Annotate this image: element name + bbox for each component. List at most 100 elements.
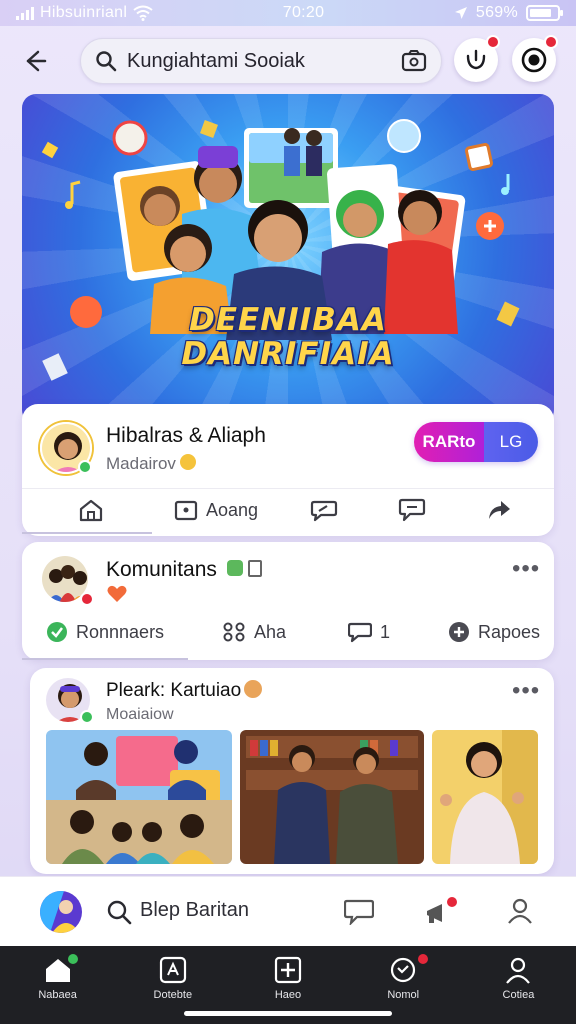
emoji-icon [244,680,262,698]
nav-profile-label: Cotiea [502,989,535,1001]
action-comments-count: 1 [380,621,391,642]
notification-badge [486,35,500,49]
plus-circle-icon [449,622,469,642]
more-options[interactable]: ••• [512,679,540,703]
featured-banner[interactable]: DEENIIBAA DANRIFIAIA [22,94,554,424]
notifications-button[interactable] [454,35,500,82]
home-icon [79,499,103,522]
action-comment[interactable] [310,498,338,522]
action-message[interactable] [398,497,426,523]
home-indicator [184,1011,392,1016]
nav-home[interactable]: Nabaea [0,946,115,1024]
photo-3-image [432,730,538,864]
my-avatar[interactable] [40,891,82,933]
activity-icon [466,49,486,70]
search-input[interactable]: Kungiahtami Sooiak [127,50,391,73]
composer-input[interactable]: Blep Baritan [140,899,249,922]
clock: 70:20 [282,4,325,21]
live-toggle-left[interactable]: RARto [414,422,484,462]
profile-icon[interactable] [506,897,534,925]
post-subtitle: Moaiaiow [106,706,174,723]
comment-icon [348,622,372,643]
action-frame[interactable]: Aoang [174,498,258,522]
action-frame-label: Aoang [206,499,259,520]
record-button[interactable] [512,35,558,82]
battery-icon [526,5,563,21]
live-toggle[interactable]: RARto LG [414,422,538,462]
camera-icon[interactable] [401,49,427,73]
nav-discover-label: Dotebte [153,989,193,1001]
active-tab-indicator [22,658,188,660]
photo-2-image [240,730,424,864]
action-grid[interactable]: Aha [222,621,286,643]
message-icon [398,498,426,522]
post-photo-1[interactable] [46,730,232,864]
compass-icon [159,956,186,984]
back-button[interactable] [18,44,52,78]
search-bar[interactable]: Kungiahtami Sooiak [80,38,442,84]
post-author[interactable]: Hibalras & Aliaph [106,424,266,448]
action-grid-label: Aha [254,621,287,642]
community-card[interactable]: Komunitans ••• Ronnnaers Aha 1 Rapoes [22,542,554,660]
live-toggle-right[interactable]: LG [484,422,538,462]
action-reports[interactable]: Rapoes [448,621,540,643]
post-photo-2[interactable] [240,730,424,864]
status-left: Hibsuinrianl [16,4,153,22]
check-icon [47,622,67,642]
back-arrow-icon [26,50,47,72]
plus-square-icon [274,956,302,984]
composer-badge [445,895,459,909]
live-post-card[interactable]: Hibalras & Aliaph Madairov RARto LG Aoan… [22,404,554,536]
group-status-indicator [80,592,94,606]
search-icon [96,51,117,72]
banner-illustration [41,119,520,381]
nav-create-label: Haeo [274,989,302,1001]
share-icon [489,501,510,519]
online-indicator [78,460,92,474]
emoji-icon [180,454,196,470]
status-bar: Hibsuinrianl 70:20 569% [0,0,576,26]
battery-percent: 569% [475,4,518,21]
bottom-nav: Nabaea Dotebte Haeo Nomol Cotiea [0,946,576,1024]
home-badge [66,952,80,966]
chat-icon[interactable] [344,899,374,925]
nav-profile[interactable]: Cotiea [461,946,576,1024]
verified-icon [227,560,243,576]
action-home[interactable] [78,498,104,522]
post-actions: Aoang [22,492,554,528]
carrier-name: Hibsuinrianl [40,4,128,21]
online-indicator [80,710,94,724]
status-right: 569% [454,4,563,22]
banner-title-line2: DANRIFIAIA [181,336,395,372]
my-avatar-image [40,891,82,933]
action-members[interactable]: Ronnnaers [46,621,164,643]
banner-title-line1: DEENIIBAA [189,302,387,338]
active-tab-indicator [22,532,152,534]
record-icon [521,47,547,73]
action-reports-label: Rapoes [478,621,541,642]
document-icon [248,560,262,577]
action-members-label: Ronnnaers [76,621,165,642]
top-bar: Kungiahtami Sooiak [0,35,576,86]
post-photo-3[interactable] [432,730,538,864]
action-comments[interactable]: 1 [348,621,390,643]
community-title[interactable]: Komunitans [106,558,217,582]
nav-home-label: Nabaea [38,989,77,1001]
heart-icon [107,585,127,602]
more-options[interactable]: ••• [512,557,540,581]
signal-icon [16,6,34,20]
location-icon [454,7,467,19]
post-author[interactable]: Pleark: Kartuiao [106,680,241,702]
action-share[interactable] [486,498,512,522]
post-subtitle: Madairov [106,454,176,473]
photo-post-card[interactable]: Pleark: Kartuiao Moaiaiow ••• [30,668,554,874]
comment-icon [310,500,338,522]
battery-level [530,9,551,17]
search-icon [107,900,132,925]
record-badge [544,35,558,49]
nav-notifications-label: Nomol [387,989,420,1001]
photo-1-image [46,730,232,864]
profile-icon [506,957,531,984]
grid-icon [223,622,245,642]
comment-composer[interactable]: Blep Baritan [0,876,576,946]
